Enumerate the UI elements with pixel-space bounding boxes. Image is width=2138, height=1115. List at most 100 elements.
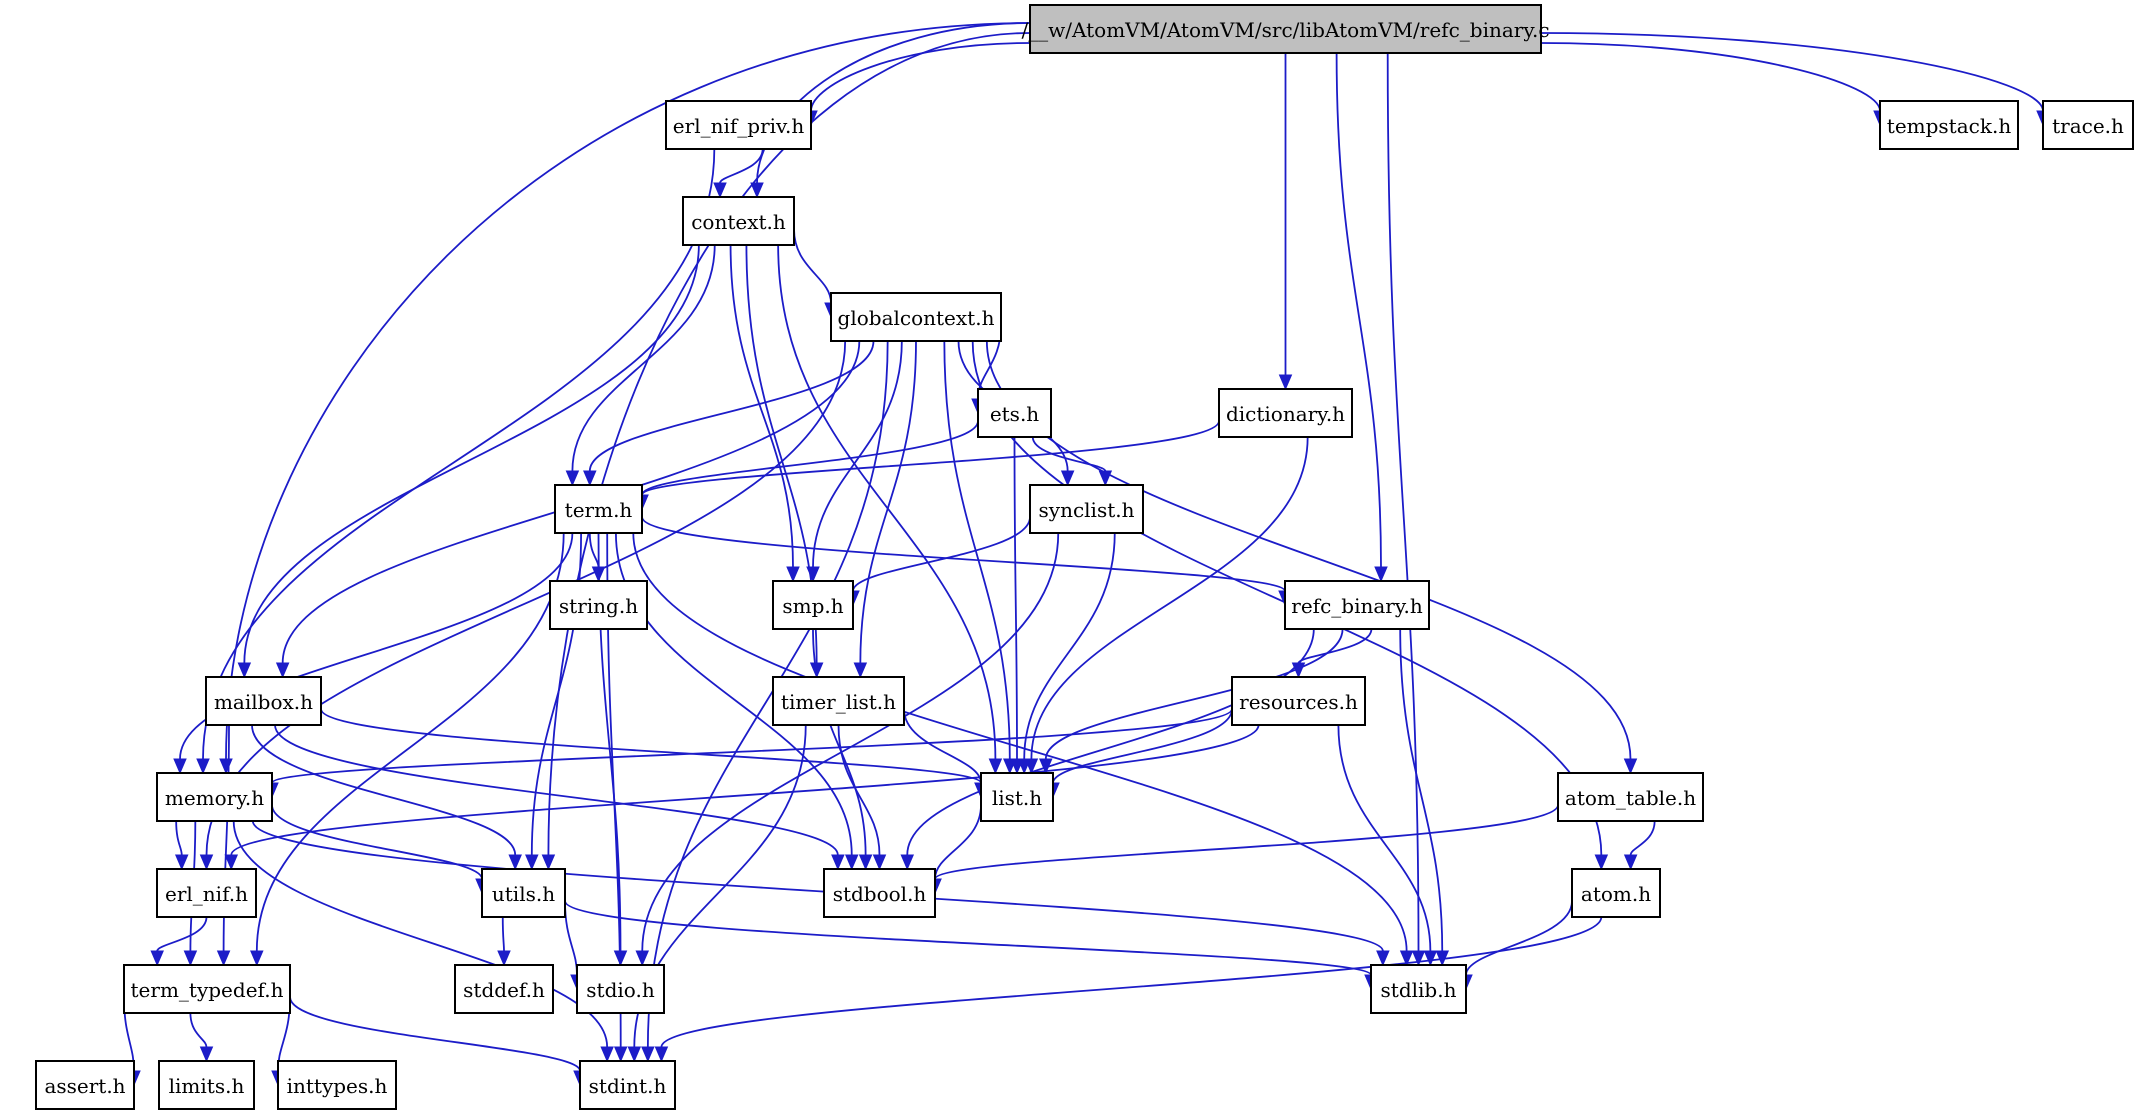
node-label: atom.h	[1581, 882, 1651, 906]
node-stdlib[interactable]: stdlib.h	[1370, 964, 1467, 1014]
node-root: /__w/AtomVM/AtomVM/src/libAtomVM/refc_bi…	[1021, 4, 1550, 54]
edge-memory-to-utils	[271, 804, 489, 895]
node-string[interactable]: string.h	[549, 580, 648, 630]
edge-list-to-stdbool	[928, 804, 982, 895]
arrowhead-icon	[1278, 374, 1293, 391]
node-label: context.h	[691, 210, 786, 234]
node-trace[interactable]: trace.h	[2042, 100, 2134, 150]
node-mailbox[interactable]: mailbox.h	[205, 676, 322, 726]
node-assert[interactable]: assert.h	[35, 1060, 135, 1110]
edge-resources-to-stdlib	[1337, 724, 1438, 967]
arrowhead-icon	[654, 1046, 669, 1063]
edge-line	[729, 244, 794, 568]
arrowhead-icon	[627, 1046, 642, 1063]
arrowhead-icon	[174, 854, 189, 871]
node-tempstack[interactable]: tempstack.h	[1879, 100, 2019, 150]
node-label: ets.h	[990, 402, 1039, 426]
node-label: string.h	[559, 594, 638, 618]
edge-line	[837, 724, 881, 856]
edge-line	[1629, 820, 1656, 856]
node-inttypes[interactable]: inttypes.h	[277, 1060, 397, 1110]
edge-line	[588, 532, 600, 568]
arrowhead-icon	[1623, 758, 1638, 775]
edge-line	[1540, 42, 1881, 112]
edge-line	[230, 724, 1260, 856]
node-label: dictionary.h	[1226, 402, 1345, 426]
arrowhead-icon	[1376, 950, 1390, 967]
edge-utils-to-stdlib	[564, 900, 1378, 991]
arrowhead-icon	[216, 950, 231, 967]
node-synclist[interactable]: synclist.h	[1029, 484, 1144, 534]
arrowhead-icon	[613, 1046, 628, 1063]
edge-line	[501, 916, 505, 952]
edge-memory-to-stdlib	[251, 820, 1390, 967]
arrowhead-icon	[713, 182, 727, 199]
node-limits[interactable]: limits.h	[158, 1060, 255, 1110]
node-label: /__w/AtomVM/AtomVM/src/libAtomVM/refc_bi…	[1021, 18, 1549, 42]
edge-root-to-utils	[541, 32, 1031, 871]
node-stddef[interactable]: stddef.h	[454, 964, 554, 1014]
node-utils[interactable]: utils.h	[481, 868, 566, 918]
edge-utils-to-stddef	[497, 916, 511, 967]
node-dictionary[interactable]: dictionary.h	[1218, 388, 1353, 438]
node-stdint[interactable]: stdint.h	[579, 1060, 676, 1110]
arrowhead-icon	[858, 854, 873, 871]
node-list[interactable]: list.h	[980, 772, 1054, 822]
node-context[interactable]: context.h	[682, 196, 795, 246]
arrowhead-icon	[613, 950, 628, 967]
arrowhead-icon	[635, 950, 650, 967]
node-label: resources.h	[1239, 690, 1358, 714]
edge-root-to-dictionary	[1278, 52, 1293, 391]
node-label: utils.h	[492, 882, 555, 906]
arrowhead-icon	[786, 566, 800, 583]
edge-atom-to-stdlib	[1459, 900, 1573, 991]
node-resources[interactable]: resources.h	[1231, 676, 1366, 726]
node-term[interactable]: term.h	[554, 484, 643, 534]
edge-line	[793, 228, 832, 304]
node-memory[interactable]: memory.h	[156, 772, 273, 822]
arrowhead-icon	[600, 1046, 614, 1063]
arrowhead-icon	[831, 854, 845, 871]
edge-line	[205, 340, 847, 856]
arrowhead-icon	[988, 758, 1003, 775]
node-label: synclist.h	[1039, 498, 1135, 522]
edge-line	[859, 340, 917, 664]
node-label: timer_list.h	[781, 690, 896, 714]
arrowhead-icon	[525, 854, 539, 871]
edge-globalcontext-to-erl_nif	[199, 340, 847, 871]
edge-line	[175, 820, 183, 856]
nodes-layer: /__w/AtomVM/AtomVM/src/libAtomVM/refc_bi…	[35, 4, 2134, 1110]
node-atom-table[interactable]: atom_table.h	[1557, 772, 1704, 822]
node-term-typedef[interactable]: term_typedef.h	[123, 964, 291, 1014]
node-erl-nif[interactable]: erl_nif.h	[156, 868, 257, 918]
edge-line	[1335, 52, 1382, 568]
arrowhead-icon	[1423, 950, 1438, 967]
arrowhead-icon	[1374, 566, 1388, 583]
node-erl-nif-priv[interactable]: erl_nif_priv.h	[665, 100, 812, 150]
node-globalcontext[interactable]: globalcontext.h	[830, 292, 1002, 342]
node-label: tempstack.h	[1887, 114, 2012, 138]
node-refc-binary[interactable]: refc_binary.h	[1284, 580, 1430, 630]
edge-root-to-stdlib	[1386, 52, 1426, 967]
arrowhead-icon	[497, 950, 511, 967]
edge-line	[156, 916, 208, 952]
node-label: erl_nif.h	[165, 882, 248, 906]
edge-line	[906, 628, 1315, 856]
node-atom[interactable]: atom.h	[1571, 868, 1661, 918]
edge-mailbox-to-utils	[251, 724, 522, 871]
node-label: assert.h	[44, 1074, 125, 1098]
node-label: stddef.h	[463, 978, 545, 1002]
arrowhead-icon	[583, 470, 597, 487]
node-timer-list[interactable]: timer_list.h	[772, 676, 905, 726]
node-stdio[interactable]: stdio.h	[576, 964, 665, 1014]
arrowhead-icon	[183, 950, 198, 967]
node-label: mailbox.h	[214, 690, 313, 714]
edge-line	[641, 420, 1220, 496]
node-ets[interactable]: ets.h	[977, 388, 1052, 438]
node-label: inttypes.h	[287, 1074, 388, 1098]
node-label: stdio.h	[586, 978, 655, 1002]
node-stdbool[interactable]: stdbool.h	[823, 868, 936, 918]
node-smp[interactable]: smp.h	[772, 580, 854, 630]
node-label: refc_binary.h	[1291, 594, 1423, 618]
arrowhead-icon	[250, 950, 264, 967]
